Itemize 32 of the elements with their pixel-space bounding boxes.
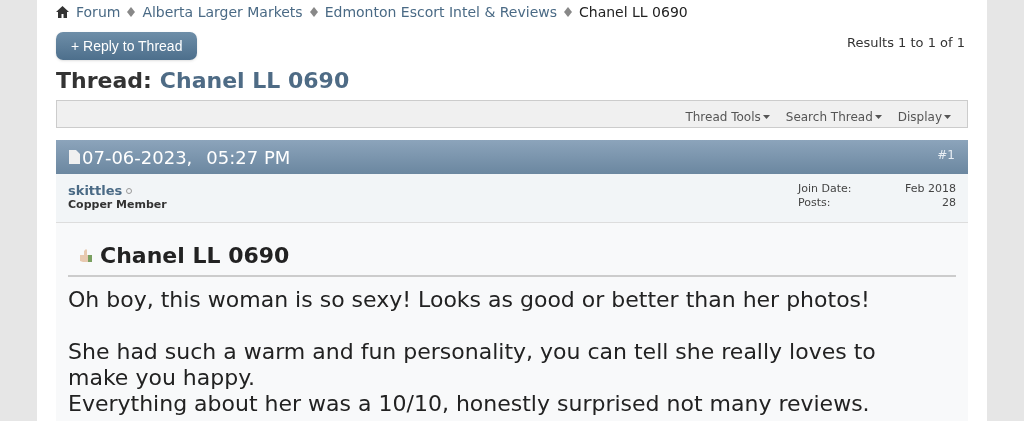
thumbs-up-icon xyxy=(78,247,94,264)
stat-value: 28 xyxy=(942,196,956,210)
thread-label: Thread: xyxy=(56,67,152,95)
results-count: Results 1 to 1 of 1 xyxy=(847,34,965,52)
toolbar-menu[interactable]: Search Thread xyxy=(785,108,882,126)
post-text: She had such a warm and fun personality, you can tell she really loves to make you happy. xyxy=(68,339,877,391)
breadcrumb-link[interactable]: Edmonton Escort Intel & Reviews xyxy=(324,1,557,23)
breadcrumb-current: Chanel LL 0690 xyxy=(579,2,688,22)
post-text: Everything about her was a 10/10, honestly surprised not many reviews. xyxy=(68,391,871,417)
caret-icon xyxy=(762,115,770,119)
post-text: Oh boy, this woman is so sexy! Looks as good or better than her photos! xyxy=(68,287,871,313)
stat-label: Join Date: xyxy=(798,182,852,196)
user-rank: Copper Member xyxy=(68,198,167,212)
post-title: Chanel LL 0690 xyxy=(100,242,290,270)
separator-icon xyxy=(309,7,318,17)
toolbar-menu[interactable]: Thread Tools xyxy=(685,108,770,126)
separator-icon xyxy=(564,7,572,17)
caret-icon xyxy=(944,115,951,119)
reply-button[interactable]: + Reply to Thread xyxy=(56,32,198,60)
document-icon xyxy=(69,150,80,164)
toolbar-menu[interactable]: Display xyxy=(897,108,951,126)
breadcrumb-link[interactable]: Alberta Larger Markets xyxy=(142,1,303,23)
post-time: 05:27 PM xyxy=(206,145,291,170)
caret-icon xyxy=(874,115,882,119)
post-date: 07-06-2023, xyxy=(82,145,193,170)
home-icon[interactable] xyxy=(56,6,69,18)
thread-title: Chanel LL 0690 xyxy=(159,67,350,95)
stat-label: Posts: xyxy=(798,196,831,210)
breadcrumb-link[interactable]: Forum xyxy=(76,1,121,23)
separator-icon xyxy=(127,7,136,17)
username[interactable]: skittles xyxy=(68,184,123,198)
stat-value: Feb 2018 xyxy=(905,182,956,196)
